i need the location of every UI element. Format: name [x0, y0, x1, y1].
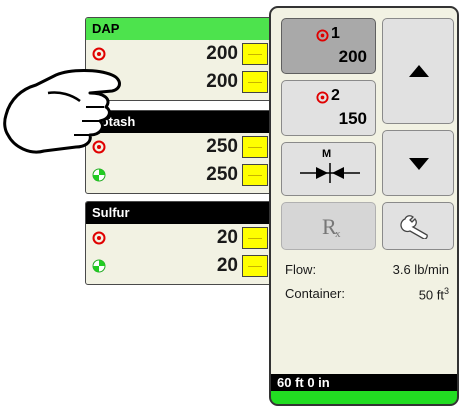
- applied-rate-value: 250: [206, 164, 238, 185]
- pointing-hand-icon: [3, 69, 121, 154]
- manual-rate-icon: [300, 163, 360, 183]
- product-name: DAP: [86, 18, 274, 40]
- rate-control-panel: 1 200 2 150 M R x Flow: 3.6 lb/min Conta…: [269, 6, 459, 406]
- preset-number: 1: [331, 25, 340, 42]
- target-icon: [316, 91, 329, 104]
- preset-rate-value: 200: [338, 47, 367, 66]
- manual-label: M: [322, 148, 332, 160]
- product-name: Sulfur: [86, 202, 274, 224]
- applied-rate-value: 200: [206, 71, 238, 92]
- target-rate-value: 200: [206, 43, 238, 64]
- preset-rate-2-button[interactable]: 2 150: [281, 80, 376, 136]
- target-rate-row: 20: [86, 224, 274, 252]
- increase-rate-button[interactable]: [382, 18, 454, 124]
- container-label: Container:: [285, 286, 345, 301]
- status-indicator: [271, 391, 457, 404]
- preset-rate-1-button[interactable]: 1 200: [281, 18, 376, 74]
- rate-bar: [242, 227, 268, 249]
- target-rate-value: 250: [206, 136, 238, 157]
- rate-bar: [242, 164, 268, 186]
- target-icon: [92, 231, 106, 245]
- container-value: 50 ft3: [418, 286, 449, 303]
- product-card-sulfur[interactable]: Sulfur 20 20: [85, 201, 275, 285]
- wrench-icon: [400, 215, 428, 239]
- target-rate-value: 20: [216, 227, 238, 248]
- decrease-rate-button[interactable]: [382, 130, 454, 196]
- rate-bar: [242, 255, 268, 277]
- rate-bar: [242, 71, 268, 93]
- manual-rate-button[interactable]: M: [281, 142, 376, 196]
- target-icon: [316, 29, 329, 42]
- distance-readout: 60 ft 0 in: [277, 375, 330, 390]
- up-arrow-icon: [409, 65, 429, 77]
- rate-bar: [242, 136, 268, 158]
- applied-rate-icon: [92, 168, 106, 182]
- flow-value: 3.6 lb/min: [392, 262, 449, 277]
- preset-rate-value: 150: [338, 109, 367, 128]
- rate-bar: [242, 43, 268, 65]
- applied-rate-value: 20: [216, 255, 238, 276]
- down-arrow-icon: [409, 158, 429, 170]
- applied-rate-row: 20: [86, 252, 274, 280]
- settings-button[interactable]: [382, 202, 454, 250]
- prescription-button[interactable]: R x: [281, 202, 376, 250]
- prescription-icon-sub: x: [335, 228, 341, 240]
- applied-rate-icon: [92, 259, 106, 273]
- container-unit-sup: 3: [443, 286, 449, 296]
- flow-label: Flow:: [285, 262, 317, 277]
- applied-rate-row: 250: [86, 161, 274, 189]
- status-bar: 60 ft 0 in: [271, 374, 457, 404]
- preset-number: 2: [331, 87, 340, 104]
